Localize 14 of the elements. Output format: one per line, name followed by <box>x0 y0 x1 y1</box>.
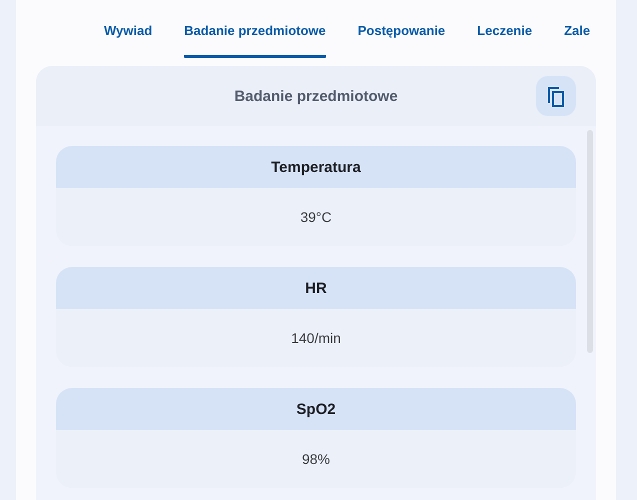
copy-button[interactable] <box>536 76 576 116</box>
section-title: Badanie przedmiotowe <box>234 88 398 104</box>
vital-label: HR <box>305 280 327 296</box>
tab[interactable]: Wywiad <box>104 0 152 58</box>
tab[interactable]: Leczenie <box>477 0 532 58</box>
tab[interactable]: Zale <box>564 0 590 58</box>
vital-label: Temperatura <box>271 158 361 176</box>
vital-value: 140/min <box>291 330 341 346</box>
tab[interactable]: Postępowanie <box>358 0 446 58</box>
tab[interactable]: Badanie przedmiotowe <box>184 0 326 58</box>
vital-value: 98% <box>302 451 330 467</box>
copy-icon <box>545 84 567 108</box>
vital-value: 39°C <box>300 209 332 225</box>
vital-label: SpO2 <box>296 400 336 418</box>
